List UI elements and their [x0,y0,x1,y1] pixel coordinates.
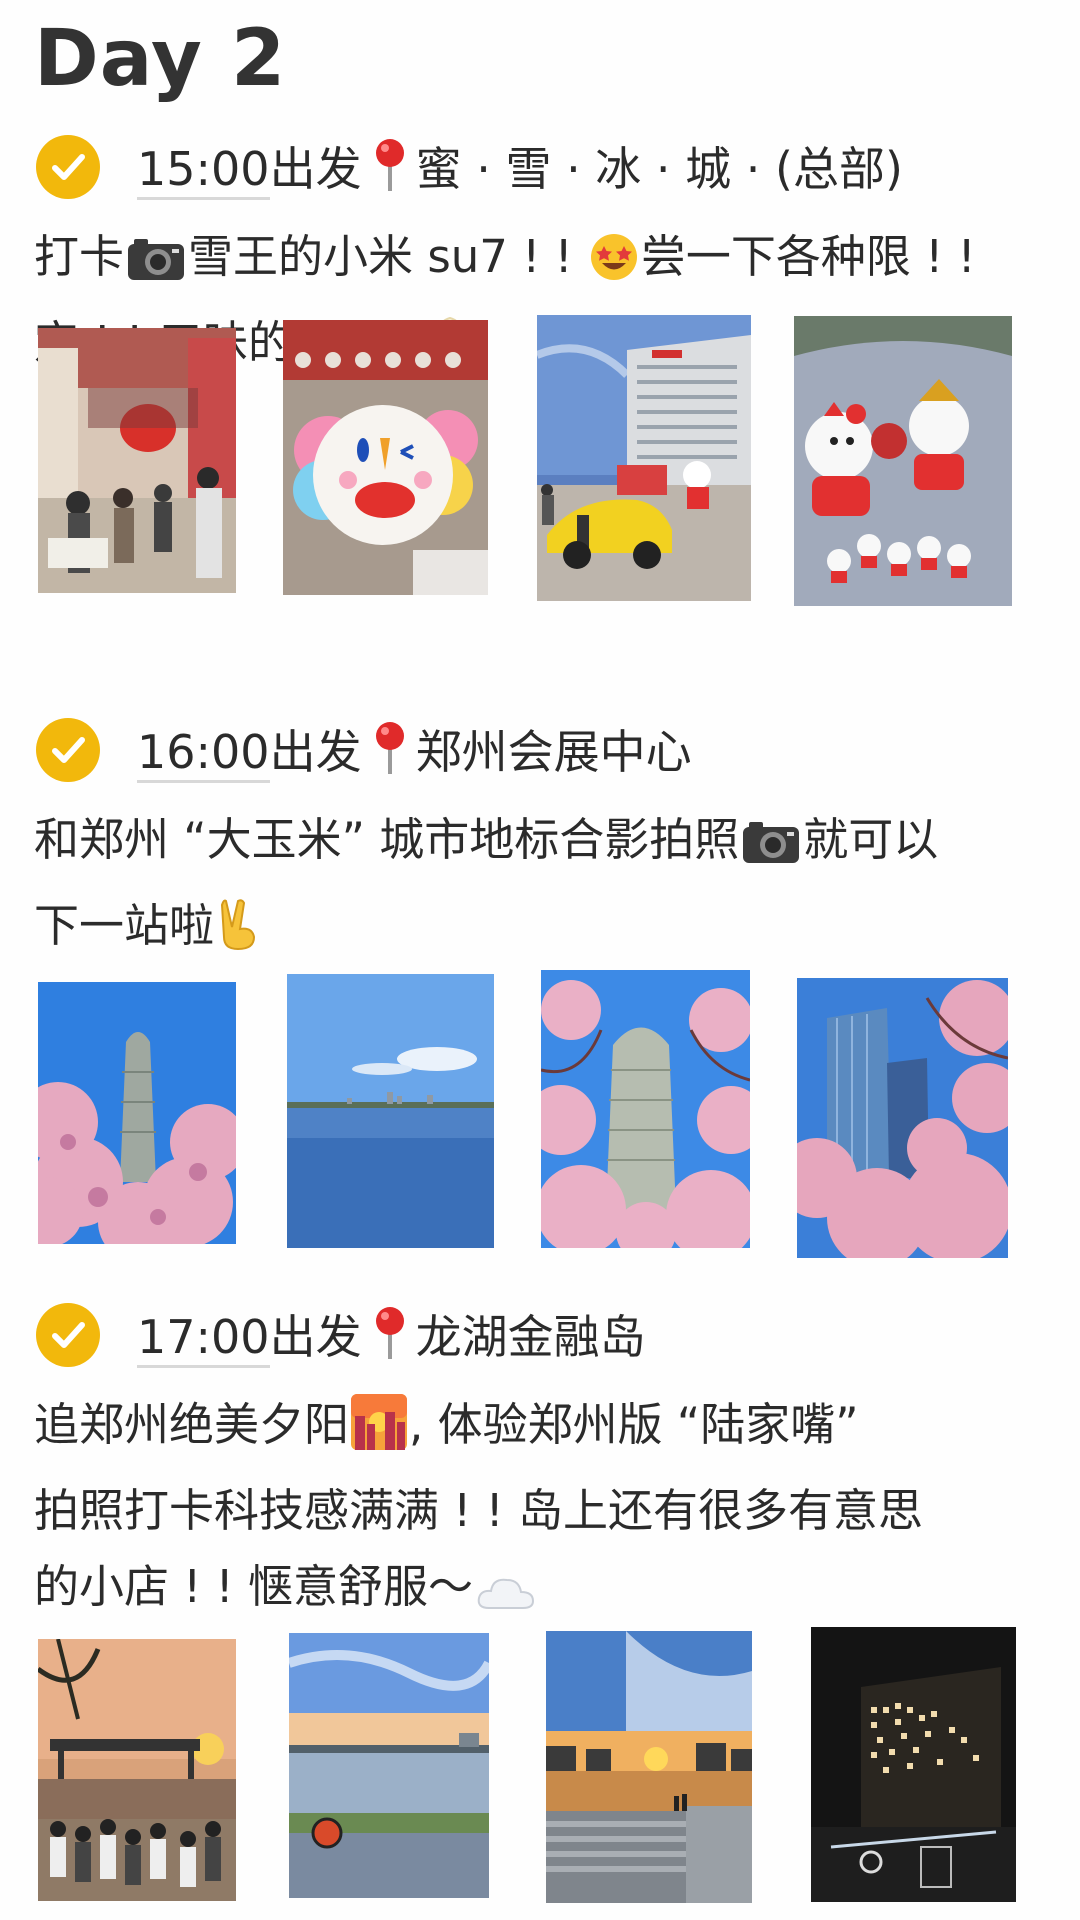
section-description: 追郑州绝美夕阳 , 体验郑州版 “陆家嘴” 拍照打卡科技感满满 ! ! 岛上还有很… [34,1387,1054,1635]
desc-text: 雪王的小米 su7 ! ! [188,230,573,283]
desc-text: 下一站啦 [34,899,215,952]
desc-text: 拍照打卡科技感满满 ! ! 岛上还有很多有意思 [34,1484,923,1537]
desc-text: 的小店 ! ! 惬意舒服～ [34,1560,473,1613]
photo-night-led-building[interactable] [811,1627,1016,1902]
photo-sunset-crowd[interactable] [38,1639,236,1901]
departure-time: 17:00 [137,1310,270,1368]
desc-text: 就可以 [803,813,939,866]
victory-hand-icon [216,897,260,974]
checkmark-icon [36,135,100,199]
desc-text: 打卡 [34,230,125,283]
section-header: 16:00出发 郑州会展中心 [0,718,1080,798]
photo-yellow-car-building[interactable] [537,315,751,601]
depart-label: 出发 [269,725,362,779]
photo-plush-toy[interactable] [283,320,488,595]
photo-store-interior[interactable] [38,328,236,593]
location-pin-icon [370,137,410,193]
section-header: 15:00出发蜜 · 雪 · 冰 · 城 · (总部) [0,135,1080,215]
departure-time: 16:00 [137,725,270,783]
place-name: 龙湖金融岛 [415,1310,646,1364]
desc-text: , 体验郑州版 “陆家嘴” [409,1398,859,1451]
depart-label: 出发 [269,142,362,196]
photo-tower-blossoms[interactable] [38,982,236,1244]
camera-icon [741,812,801,888]
depart-label: 出发 [269,1310,362,1364]
star-struck-emoji-icon [589,229,639,305]
location-pin-icon [370,720,410,776]
desc-text: 和郑州 “大玉米” 城市地标合影拍照 [34,813,740,866]
photo-sunset-steps[interactable] [546,1631,752,1903]
desc-text: 追郑州绝美夕阳 [34,1398,350,1451]
place-name: 蜜 · 雪 · 冰 · 城 · (总部) [415,142,903,196]
checkmark-icon [36,1303,100,1367]
desc-text: 尝一下各种限 ! ! [640,230,976,283]
location-pin-icon [370,1305,410,1361]
photo-snowman-figures[interactable] [794,316,1012,606]
camera-icon [126,229,186,305]
photo-glass-building-blossoms[interactable] [797,978,1008,1258]
departure-time: 15:00 [137,142,270,200]
place-name: 郑州会展中心 [415,725,692,779]
sunset-cityscape-icon [351,1394,408,1473]
checkmark-icon [36,718,100,782]
cloud-icon [475,1559,537,1635]
photo-lake-sunset[interactable] [289,1633,489,1898]
section-header: 17:00出发 龙湖金融岛 [0,1303,1080,1383]
photo-tower-blossoms-2[interactable] [541,970,750,1248]
section-description: 和郑州 “大玉米” 城市地标合影拍照 就可以 下一站啦 [34,802,1054,974]
photo-lake-view[interactable] [287,974,494,1248]
day-title: Day 2 [34,14,287,104]
